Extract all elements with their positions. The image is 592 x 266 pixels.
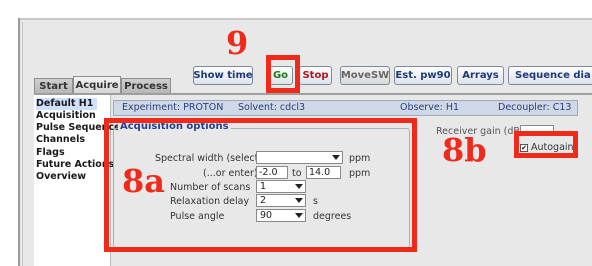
window-left-border xyxy=(18,18,20,266)
arrays-button[interactable]: Arrays xyxy=(457,66,504,85)
tab-process[interactable]: Process xyxy=(121,78,171,93)
tab-strip-divider xyxy=(34,93,592,95)
movesw-button[interactable]: MoveSW xyxy=(340,66,390,85)
annotation-box-8b xyxy=(514,131,578,158)
stop-button[interactable]: Stop xyxy=(299,66,332,85)
sequence-diagram-button[interactable]: Sequence dia xyxy=(508,66,592,85)
sidebar-item-flags[interactable]: Flags xyxy=(36,147,65,159)
solvent-label: Solvent: cdcl3 xyxy=(238,102,306,113)
tab-start[interactable]: Start xyxy=(34,78,73,93)
sidebar-item-acquisition[interactable]: Acquisition xyxy=(36,110,96,122)
experiment-label: Experiment: PROTON xyxy=(122,102,224,113)
decoupler-label: Decoupler: C13 xyxy=(498,102,572,113)
window-inner-edge xyxy=(22,22,23,266)
annotation-label-9: 9 xyxy=(226,24,249,62)
observe-label: Observe: H1 xyxy=(400,102,460,113)
annotation-box-9 xyxy=(266,55,300,93)
est-pw90-button[interactable]: Est. pw90 xyxy=(394,66,452,85)
sidebar-item-channels[interactable]: Channels xyxy=(36,134,85,146)
sidebar-item-overview[interactable]: Overview xyxy=(36,171,86,183)
show-time-button[interactable]: Show time xyxy=(193,66,253,85)
tab-acquire[interactable]: Acquire xyxy=(73,76,121,93)
sidebar-item-future-actions[interactable]: Future Actions xyxy=(36,159,114,171)
annotation-label-8b: 8b xyxy=(442,131,487,169)
annotation-label-8a: 8a xyxy=(122,162,165,200)
window-top-border xyxy=(18,18,592,20)
sidebar-item-default-h1[interactable]: Default H1 xyxy=(36,98,98,110)
experiment-info-bar: Experiment: PROTON Solvent: cdcl3 Observ… xyxy=(113,100,578,116)
